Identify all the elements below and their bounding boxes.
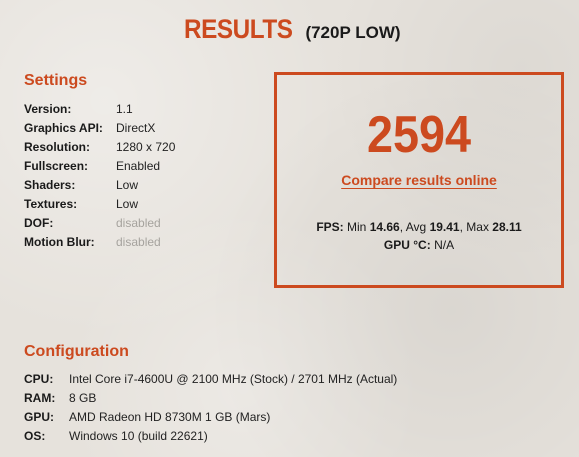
gpu-temp-label: GPU °C:: [383, 238, 431, 252]
benchmark-score: 2594: [366, 106, 472, 164]
settings-value: disabled: [116, 235, 161, 249]
fps-avg-label: Avg: [405, 220, 427, 234]
settings-label: Resolution:: [24, 140, 90, 154]
settings-table: Version: 1.1 Graphics API: DirectX Resol…: [24, 100, 175, 252]
config-row-gpu: GPU: AMD Radeon HD 8730M 1 GB (Mars): [24, 408, 397, 427]
settings-row-motion-blur: Motion Blur: disabled: [24, 233, 175, 252]
settings-row-fullscreen: Fullscreen: Enabled: [24, 157, 175, 176]
config-label: CPU:: [24, 372, 54, 386]
settings-row-graphics-api: Graphics API: DirectX: [24, 119, 175, 138]
config-value: 8 GB: [69, 391, 97, 405]
settings-row-textures: Textures: Low: [24, 195, 175, 214]
results-box: 2594 Compare results online FPS: Min 14.…: [274, 72, 564, 288]
config-row-ram: RAM: 8 GB: [24, 389, 397, 408]
compare-results-link[interactable]: Compare results online: [277, 172, 561, 188]
config-value: AMD Radeon HD 8730M 1 GB (Mars): [69, 410, 271, 424]
fps-min-value: 14.66: [369, 220, 400, 234]
fps-max-value: 28.11: [492, 220, 522, 234]
fps-avg-value: 19.41: [429, 220, 460, 234]
configuration-heading: Configuration: [24, 343, 129, 360]
settings-value: DirectX: [116, 121, 156, 135]
config-row-cpu: CPU: Intel Core i7-4600U @ 2100 MHz (Sto…: [24, 370, 397, 389]
settings-value: 1280 x 720: [116, 140, 176, 154]
settings-label: Motion Blur:: [24, 235, 95, 249]
settings-label: Version:: [24, 102, 72, 116]
settings-label: Fullscreen:: [24, 159, 89, 173]
settings-value: 1.1: [116, 102, 133, 116]
page-title: RESULTS: [184, 14, 293, 44]
page-subtitle: (720P LOW): [305, 23, 401, 42]
fps-line: FPS: Min 14.66, Avg 19.41, Max 28.11: [316, 220, 522, 234]
settings-label: DOF:: [24, 216, 54, 230]
settings-label: Graphics API:: [24, 121, 103, 135]
gpu-temp-line: GPU °C: N/A: [277, 236, 561, 254]
settings-value: Enabled: [116, 159, 161, 173]
fps-label: FPS:: [316, 220, 344, 234]
config-label: GPU:: [24, 410, 54, 424]
config-row-os: OS: Windows 10 (build 22621): [24, 427, 397, 446]
config-value: Intel Core i7-4600U @ 2100 MHz (Stock) /…: [69, 372, 398, 386]
settings-label: Textures:: [24, 197, 78, 211]
settings-row-version: Version: 1.1: [24, 100, 175, 119]
config-label: RAM:: [24, 391, 56, 405]
settings-row-dof: DOF: disabled: [24, 214, 175, 233]
settings-value: Low: [116, 197, 139, 211]
gpu-temp-value: N/A: [434, 238, 455, 252]
results-header: RESULTS (720P LOW): [0, 14, 579, 45]
settings-value: Low: [116, 178, 139, 192]
settings-row-resolution: Resolution: 1280 x 720: [24, 138, 175, 157]
settings-value: disabled: [116, 216, 161, 230]
settings-label: Shaders:: [24, 178, 76, 192]
configuration-table: CPU: Intel Core i7-4600U @ 2100 MHz (Sto…: [24, 370, 397, 446]
performance-stats: FPS: Min 14.66, Avg 19.41, Max 28.11 GPU…: [277, 218, 561, 254]
fps-max-label: Max: [466, 220, 489, 234]
settings-heading: Settings: [24, 72, 88, 89]
settings-row-shaders: Shaders: Low: [24, 176, 175, 195]
config-value: Windows 10 (build 22621): [69, 429, 208, 443]
fps-min-label: Min: [347, 220, 367, 234]
config-label: OS:: [24, 429, 46, 443]
